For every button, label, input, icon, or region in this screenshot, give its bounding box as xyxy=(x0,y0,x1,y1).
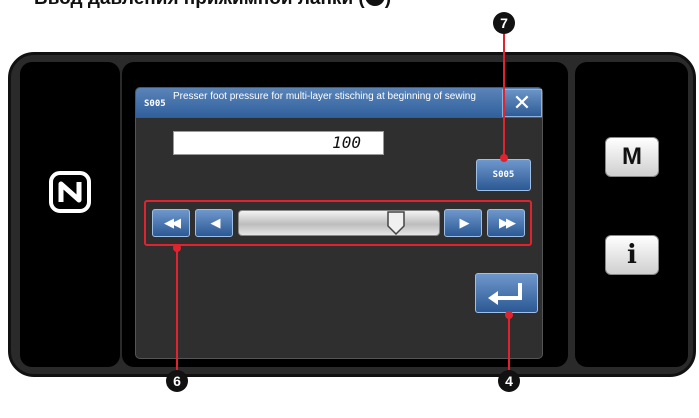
nfc-icon xyxy=(49,171,91,213)
callout-dot-7 xyxy=(500,154,508,162)
callout-dot-4 xyxy=(505,311,513,319)
heading-callout-marker xyxy=(364,0,385,6)
callout-4: 4 xyxy=(498,370,520,392)
close-icon: ✕ xyxy=(512,90,532,115)
right-panel xyxy=(575,62,688,367)
double-left-arrow-icon: ◀◀ xyxy=(164,215,181,230)
fast-increase-button[interactable]: ▶▶ xyxy=(487,209,525,237)
callout-7: 7 xyxy=(493,12,515,34)
increase-button[interactable]: ▶ xyxy=(444,209,482,237)
right-arrow-icon: ▶ xyxy=(459,215,470,230)
callout-dot-6 xyxy=(173,244,181,252)
enter-button[interactable] xyxy=(475,273,538,313)
dialog-code: S005 xyxy=(144,99,166,109)
dialog-title: Presser foot pressure for multi-layer st… xyxy=(173,91,476,102)
parameter-code-button[interactable]: S005 xyxy=(476,159,531,191)
enter-return-icon xyxy=(488,283,522,305)
callout-leader-6 xyxy=(176,246,178,370)
decrease-button[interactable]: ◀ xyxy=(195,209,233,237)
page-heading: Ввод давления прижимной лапки () xyxy=(34,0,391,10)
left-arrow-icon: ◀ xyxy=(210,215,221,230)
callout-6: 6 xyxy=(166,370,188,392)
info-button[interactable]: i xyxy=(605,235,659,275)
value-input[interactable]: 100 xyxy=(173,131,384,155)
fast-decrease-button[interactable]: ◀◀ xyxy=(152,209,190,237)
mode-button[interactable]: M xyxy=(605,137,659,177)
callout-leader-4 xyxy=(508,314,510,370)
close-button[interactable]: ✕ xyxy=(502,89,542,117)
double-right-arrow-icon: ▶▶ xyxy=(499,215,516,230)
slider-track[interactable] xyxy=(238,210,440,236)
left-panel xyxy=(20,62,120,367)
callout-leader-7 xyxy=(503,34,505,157)
slider-thumb[interactable] xyxy=(386,211,406,235)
